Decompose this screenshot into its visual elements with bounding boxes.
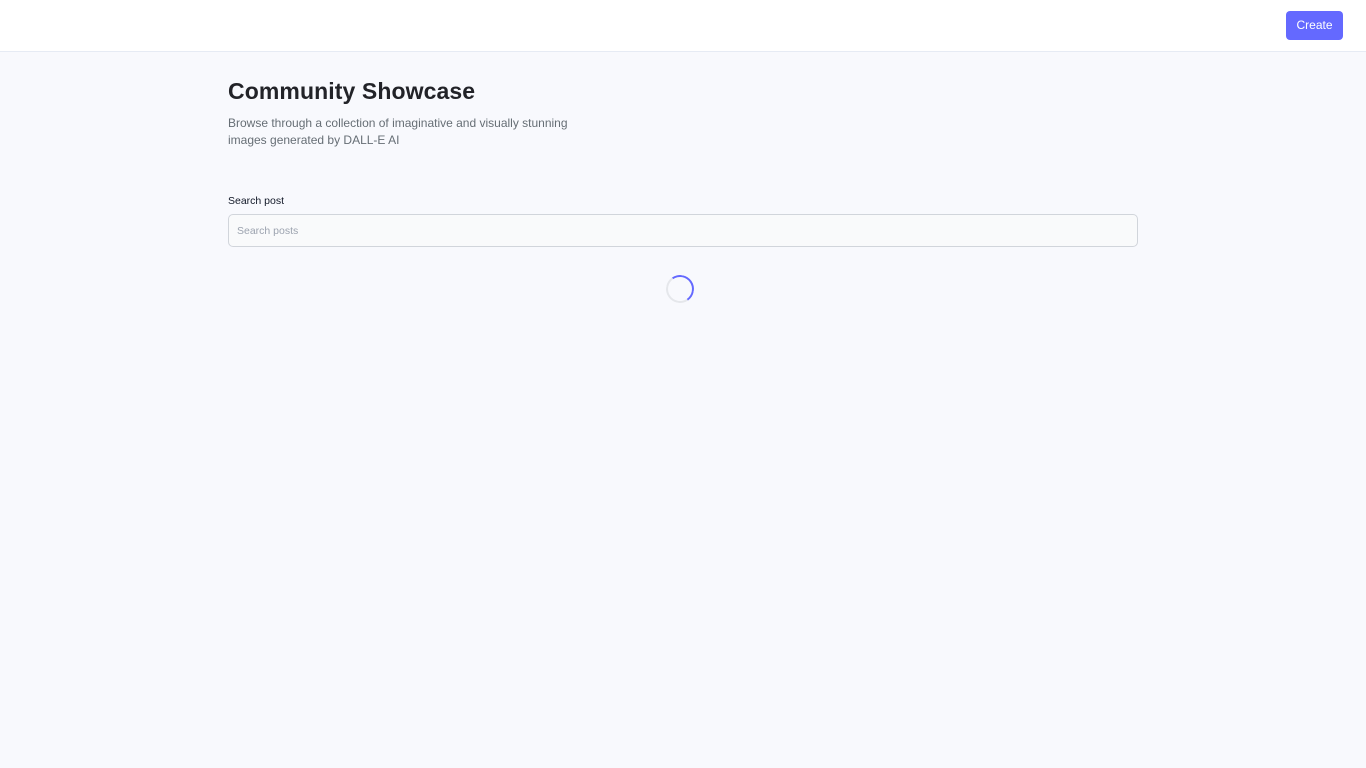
top-navbar: Create xyxy=(0,0,1366,52)
page-subtitle: Browse through a collection of imaginati… xyxy=(228,116,568,147)
search-label: Search post xyxy=(228,195,285,207)
loading-spinner-icon xyxy=(663,272,697,306)
create-button[interactable]: Create xyxy=(1286,11,1343,40)
search-input[interactable] xyxy=(228,214,1138,247)
page-title: Community Showcase xyxy=(228,78,476,104)
